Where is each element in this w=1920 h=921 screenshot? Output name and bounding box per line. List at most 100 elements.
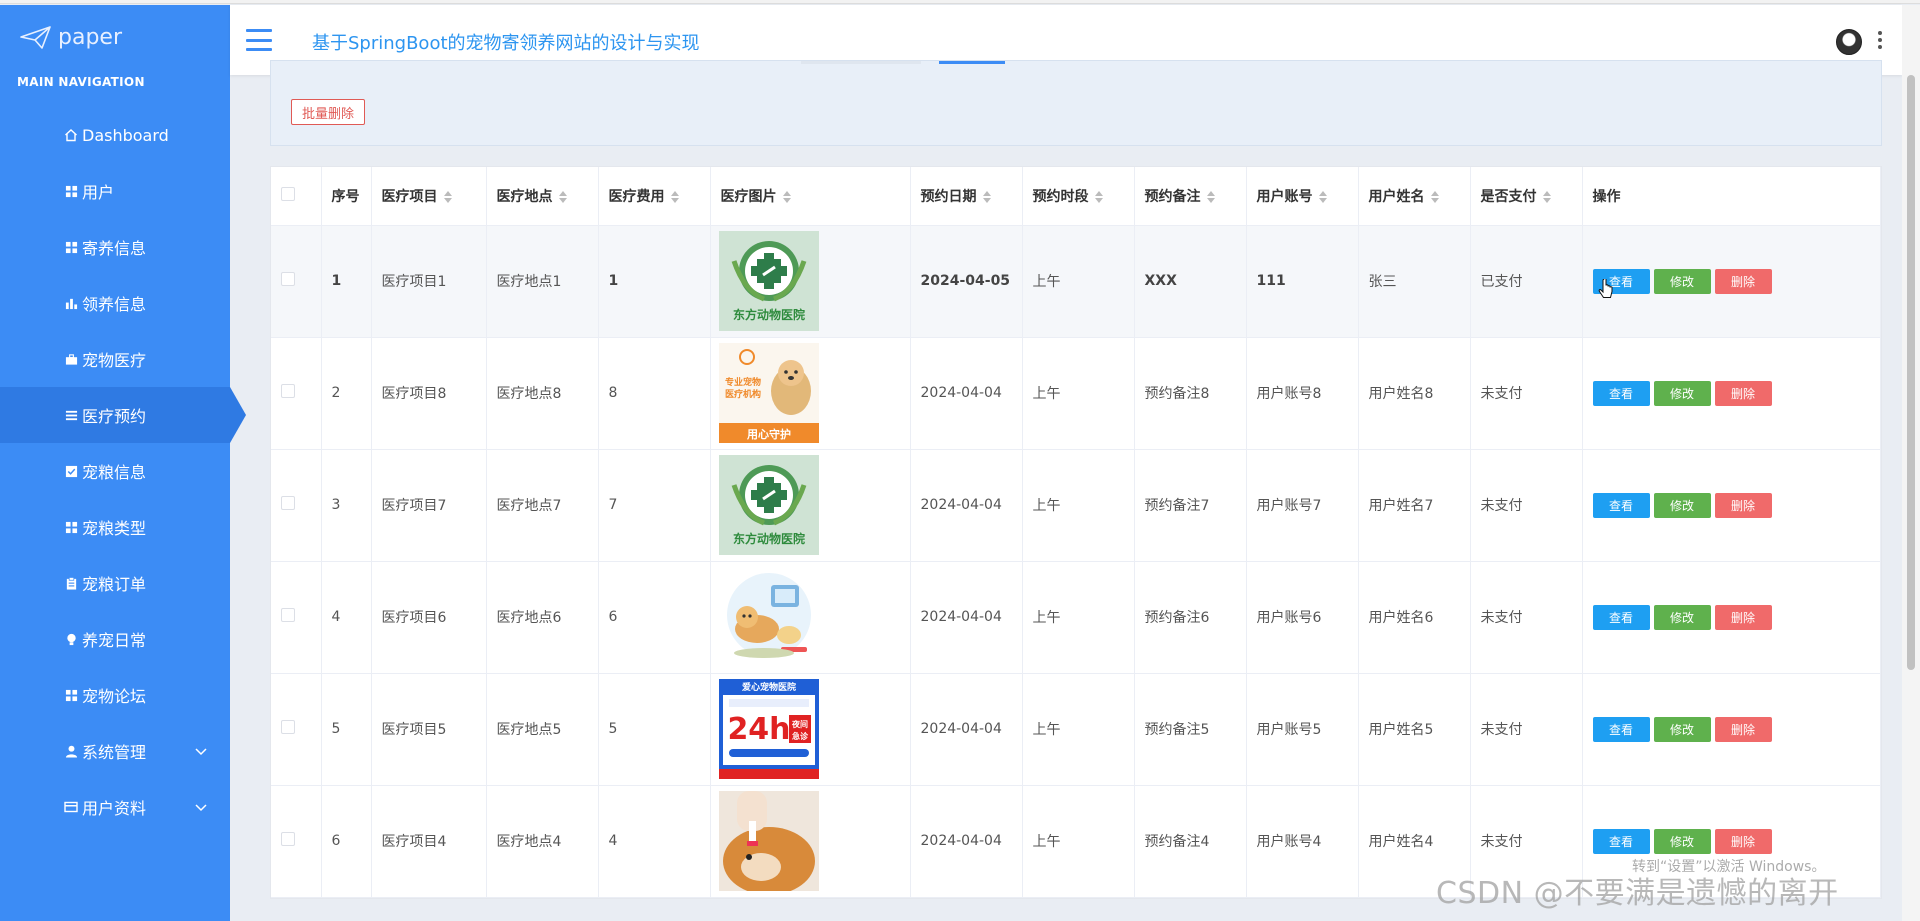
delete-button[interactable]: 删除 xyxy=(1714,380,1772,406)
view-button[interactable]: 查看 xyxy=(1592,492,1650,518)
row-checkbox[interactable] xyxy=(281,272,295,286)
cell-slot: 上午 xyxy=(1022,449,1135,562)
sidebar-item-3[interactable]: 领养信息 xyxy=(0,275,230,331)
edit-button[interactable]: 修改 xyxy=(1653,492,1711,518)
sidebar-item-11[interactable]: 系统管理 xyxy=(0,723,230,779)
row-checkbox[interactable] xyxy=(281,496,295,510)
logo-text: paper xyxy=(58,25,122,50)
page-scrollbar[interactable] xyxy=(1902,5,1920,921)
medical-image-thumbnail[interactable] xyxy=(718,791,910,891)
avatar[interactable] xyxy=(1836,29,1862,55)
delete-button[interactable]: 删除 xyxy=(1714,492,1772,518)
sidebar-item-7[interactable]: 宠粮类型 xyxy=(0,499,230,555)
table-row[interactable]: 1 医疗项目1 医疗地点1 1 东方动物医院 2024-04-05 上午 XXX 111 张三… xyxy=(271,225,1881,338)
row-actions-cell: 查看 修改 删除 xyxy=(1582,337,1881,450)
bar-chart-icon xyxy=(64,296,78,310)
row-checkbox[interactable] xyxy=(281,720,295,734)
select-all-checkbox[interactable] xyxy=(281,186,295,201)
sort-caret-icon[interactable] xyxy=(1542,190,1551,203)
column-header[interactable]: 医疗地点 xyxy=(486,167,599,226)
sidebar-item-label: 医疗预约 xyxy=(82,407,147,426)
row-checkbox[interactable] xyxy=(281,384,295,398)
column-header[interactable]: 用户姓名 xyxy=(1358,167,1471,226)
scrollbar-thumb[interactable] xyxy=(1907,75,1915,670)
paper-plane-icon xyxy=(20,25,51,49)
column-header[interactable]: 预约时段 xyxy=(1022,167,1135,226)
view-button[interactable]: 查看 xyxy=(1592,604,1650,630)
delete-button[interactable]: 删除 xyxy=(1714,604,1772,630)
delete-button[interactable]: 删除 xyxy=(1714,268,1772,294)
column-header[interactable]: 用户账号 xyxy=(1246,167,1359,226)
sort-caret-icon[interactable] xyxy=(982,190,991,203)
delete-button[interactable]: 删除 xyxy=(1714,828,1772,854)
cell-item: 医疗项目4 xyxy=(371,785,487,898)
medical-image-thumbnail[interactable] xyxy=(718,567,910,667)
clipboard-icon xyxy=(64,576,78,590)
medical-image-thumbnail[interactable]: 专业宠物 医疗机构 用心守护 xyxy=(718,343,910,443)
chevron-down-icon[interactable] xyxy=(194,743,208,757)
page-title: 基于SpringBoot的宠物寄领养网站的设计与实现 xyxy=(312,33,700,54)
column-header[interactable]: 预约日期 xyxy=(910,167,1023,226)
sidebar-item-2[interactable]: 寄养信息 xyxy=(0,219,230,275)
column-header[interactable]: 医疗图片 xyxy=(710,167,911,226)
sidebar-item-9[interactable]: 养宠日常 xyxy=(0,611,230,667)
view-button[interactable]: 查看 xyxy=(1592,716,1650,742)
sort-caret-icon[interactable] xyxy=(1318,190,1327,203)
view-button[interactable]: 查看 xyxy=(1592,828,1650,854)
column-header[interactable]: 医疗费用 xyxy=(598,167,711,226)
batch-delete-button[interactable]: 批量删除 xyxy=(291,99,366,125)
medical-image-thumbnail[interactable]: 爱心宠物医院 24h 夜间 急诊 xyxy=(718,679,910,779)
medical-image-cell: 东方动物医院 xyxy=(710,449,911,562)
menu-toggle-icon[interactable] xyxy=(246,29,272,51)
sidebar-item-5[interactable]: 医疗预约 xyxy=(0,387,246,443)
sort-caret-icon[interactable] xyxy=(443,190,452,203)
sort-caret-icon[interactable] xyxy=(670,190,679,203)
delete-button[interactable]: 删除 xyxy=(1714,716,1772,742)
column-header[interactable]: 医疗项目 xyxy=(371,167,487,226)
cell-account: 用户账号7 xyxy=(1246,449,1359,562)
column-header: 操作 xyxy=(1582,167,1881,226)
sort-caret-icon[interactable] xyxy=(1430,190,1439,203)
edit-button[interactable]: 修改 xyxy=(1653,380,1711,406)
sidebar-item-0[interactable]: Dashboard xyxy=(0,107,230,163)
view-button[interactable]: 查看 xyxy=(1592,380,1650,406)
row-checkbox[interactable] xyxy=(281,832,295,846)
sidebar-item-4[interactable]: 宠物医疗 xyxy=(0,331,230,387)
sort-caret-icon[interactable] xyxy=(558,190,567,203)
bulb-icon xyxy=(64,632,78,646)
medical-image-thumbnail[interactable]: 东方动物医院 xyxy=(718,231,910,331)
medical-image-thumbnail[interactable]: 东方动物医院 xyxy=(718,455,910,555)
sidebar-item-10[interactable]: 宠物论坛 xyxy=(0,667,230,723)
edit-button[interactable]: 修改 xyxy=(1653,828,1711,854)
sort-caret-icon[interactable] xyxy=(1094,190,1103,203)
row-actions-cell: 查看 修改 删除 xyxy=(1582,449,1881,562)
appointment-table: 序号 医疗项目 医疗地点 医疗费用 医疗图片 预约日期 预约时段 预约备注 用户账号 用户姓名 是否… xyxy=(270,166,1882,899)
row-select-cell xyxy=(271,561,322,674)
table-row[interactable]: 5 医疗项目5 医疗地点5 5 爱心宠物医院 24h 夜间 急诊 2024-04-04… xyxy=(271,673,1881,786)
more-options-icon[interactable] xyxy=(1878,31,1882,49)
row-checkbox[interactable] xyxy=(281,608,295,622)
table-row[interactable]: 4 医疗项目6 医疗地点6 6 2024-04-04 上午 预约备注6 用户账号6 用户姓名6… xyxy=(271,561,1881,674)
table-row[interactable]: 3 医疗项目7 医疗地点7 7 东方动物医院 2024-04-04 上午 预约备注7 用户账… xyxy=(271,449,1881,562)
table-row[interactable]: 2 医疗项目8 医疗地点8 8 专业宠物 医疗机构 用心守护 2024-04-04 上午… xyxy=(271,337,1881,450)
sort-caret-icon[interactable] xyxy=(782,190,791,203)
sidebar-item-label: 寄养信息 xyxy=(82,239,147,258)
sidebar-item-8[interactable]: 宠粮订单 xyxy=(0,555,230,611)
chevron-down-icon[interactable] xyxy=(194,799,208,813)
row-select-cell xyxy=(271,449,322,562)
app-logo[interactable]: paper xyxy=(20,25,122,50)
edit-button[interactable]: 修改 xyxy=(1653,716,1711,742)
column-header[interactable]: 是否支付 xyxy=(1470,167,1583,226)
edit-button[interactable]: 修改 xyxy=(1653,268,1711,294)
sort-caret-icon[interactable] xyxy=(1206,190,1215,203)
window-top-edge xyxy=(0,0,1920,4)
cell-item: 医疗项目1 xyxy=(371,225,487,338)
sidebar-item-1[interactable]: 用户 xyxy=(0,163,230,219)
sidebar-item-6[interactable]: 宠粮信息 xyxy=(0,443,230,499)
sidebar-item-label: Dashboard xyxy=(82,125,169,145)
cell-place: 医疗地点1 xyxy=(486,225,599,338)
cell-place: 医疗地点6 xyxy=(486,561,599,674)
edit-button[interactable]: 修改 xyxy=(1653,604,1711,630)
sidebar-item-12[interactable]: 用户资料 xyxy=(0,779,230,835)
column-header[interactable]: 预约备注 xyxy=(1134,167,1247,226)
